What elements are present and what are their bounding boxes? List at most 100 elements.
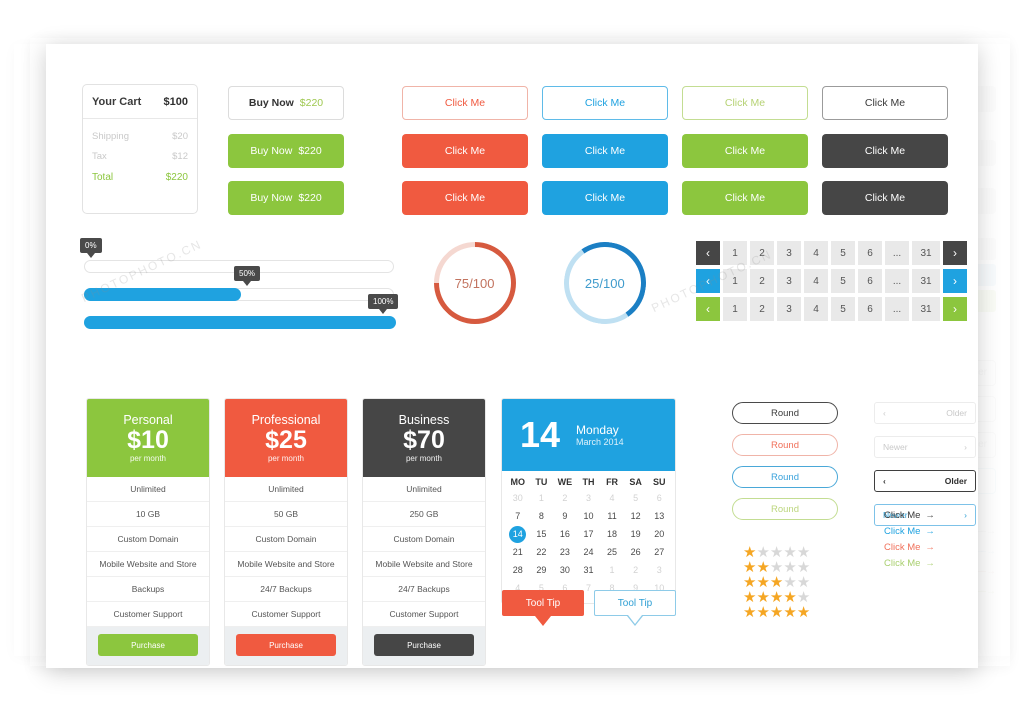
purchase-button[interactable]: Purchase (98, 634, 198, 656)
nav-older-dark[interactable]: ‹ Older (874, 470, 976, 492)
page-3[interactable]: 3 (777, 297, 801, 321)
buy-now-button-solid-1[interactable]: Buy Now $220 (228, 134, 344, 168)
arrow-right-icon: → (925, 526, 935, 537)
page-31[interactable]: 31 (912, 297, 940, 321)
pagination-prev-icon[interactable]: ‹ (696, 269, 720, 293)
star-rating-row[interactable]: ★★★★★ (743, 589, 810, 605)
click-me-label: Click Me (444, 145, 486, 157)
click-me-outline-blue[interactable]: Click Me (542, 86, 668, 120)
click-me-outline-dark[interactable]: Click Me (822, 86, 948, 120)
page-31[interactable]: 31 (912, 269, 940, 293)
click-me-solid-dark-2[interactable]: Click Me (822, 181, 948, 215)
pagination-prev-icon[interactable]: ‹ (696, 297, 720, 321)
calendar-day[interactable]: 18 (600, 525, 624, 543)
page-1[interactable]: 1 (723, 297, 747, 321)
star-rating-row[interactable]: ★★★★★ (743, 604, 810, 621)
buy-now-button-outline[interactable]: Buy Now $220 (228, 86, 344, 120)
pagination-dark: ‹ 1 2 3 4 5 6 ... 31 › (696, 241, 967, 265)
page-1[interactable]: 1 (723, 241, 747, 265)
calendar-day[interactable]: 17 (577, 525, 601, 543)
click-me-solid-green-1[interactable]: Click Me (682, 134, 808, 168)
page-3[interactable]: 3 (777, 241, 801, 265)
page-3[interactable]: 3 (777, 269, 801, 293)
page-4[interactable]: 4 (804, 269, 828, 293)
star-icon[interactable]: ★ (783, 604, 796, 621)
calendar-day[interactable]: 28 (506, 561, 530, 579)
star-rating-row[interactable]: ★★★★★ (743, 559, 810, 575)
page-5[interactable]: 5 (831, 269, 855, 293)
calendar-day[interactable]: 25 (600, 543, 624, 561)
pagination-next-icon[interactable]: › (943, 297, 967, 321)
calendar-day[interactable]: 22 (530, 543, 554, 561)
click-me-outline-red[interactable]: Click Me (402, 86, 528, 120)
page-2[interactable]: 2 (750, 269, 774, 293)
pagination-next-icon[interactable]: › (943, 241, 967, 265)
page-6[interactable]: 6 (858, 269, 882, 293)
calendar-day[interactable]: 15 (530, 525, 554, 543)
round-button-red[interactable]: Round (732, 434, 838, 456)
page-1[interactable]: 1 (723, 269, 747, 293)
slider-track-50[interactable] (84, 288, 394, 301)
arrow-link-green[interactable]: Click Me → (884, 558, 935, 569)
arrow-link-dark[interactable]: Click Me → (884, 510, 935, 521)
click-me-solid-red-2[interactable]: Click Me (402, 181, 528, 215)
page-31[interactable]: 31 (912, 241, 940, 265)
plan-feature: Custom Domain (363, 527, 485, 552)
round-button-blue[interactable]: Round (732, 466, 838, 488)
page-5[interactable]: 5 (831, 241, 855, 265)
round-button-dark[interactable]: Round (732, 402, 838, 424)
page-6[interactable]: 6 (858, 297, 882, 321)
nav-newer-muted[interactable]: Newer › (874, 436, 976, 458)
click-me-solid-blue-2[interactable]: Click Me (542, 181, 668, 215)
buy-now-button-solid-2[interactable]: Buy Now $220 (228, 181, 344, 215)
plan-header: Personal $10 per month (87, 399, 209, 477)
calendar-day[interactable]: 26 (624, 543, 648, 561)
star-icon[interactable]: ★ (743, 604, 756, 621)
nav-older-muted[interactable]: ‹ Older (874, 402, 976, 424)
pagination-next-icon[interactable]: › (943, 269, 967, 293)
calendar-day[interactable]: 16 (553, 525, 577, 543)
click-me-outline-green[interactable]: Click Me (682, 86, 808, 120)
page-4[interactable]: 4 (804, 297, 828, 321)
page-6[interactable]: 6 (858, 241, 882, 265)
star-icon[interactable]: ★ (797, 604, 810, 621)
pagination-prev-icon[interactable]: ‹ (696, 241, 720, 265)
page-2[interactable]: 2 (750, 297, 774, 321)
calendar-day[interactable]: 8 (530, 507, 554, 525)
calendar-day[interactable]: 19 (624, 525, 648, 543)
calendar-day[interactable]: 24 (577, 543, 601, 561)
star-rating-row[interactable]: ★★★★★ (743, 544, 810, 560)
calendar-day[interactable]: 21 (506, 543, 530, 561)
click-me-solid-green-2[interactable]: Click Me (682, 181, 808, 215)
arrow-link-red[interactable]: Click Me → (884, 542, 935, 553)
calendar-day[interactable]: 20 (647, 525, 671, 543)
purchase-button[interactable]: Purchase (236, 634, 336, 656)
calendar-day[interactable]: 27 (647, 543, 671, 561)
click-me-solid-blue-1[interactable]: Click Me (542, 134, 668, 168)
star-icon[interactable]: ★ (756, 604, 769, 621)
click-me-solid-dark-1[interactable]: Click Me (822, 134, 948, 168)
page-5[interactable]: 5 (831, 297, 855, 321)
calendar-day[interactable]: 23 (553, 543, 577, 561)
calendar-day[interactable]: 29 (530, 561, 554, 579)
click-me-label: Click Me (864, 192, 906, 204)
page-2[interactable]: 2 (750, 241, 774, 265)
round-button-green[interactable]: Round (732, 498, 838, 520)
arrow-link-blue[interactable]: Click Me → (884, 526, 935, 537)
purchase-button[interactable]: Purchase (374, 634, 474, 656)
star-icon[interactable]: ★ (770, 604, 783, 621)
calendar-day: 1 (609, 565, 615, 575)
calendar-day[interactable]: 11 (600, 507, 624, 525)
slider-track-100[interactable] (84, 316, 396, 329)
calendar-day[interactable]: 12 (624, 507, 648, 525)
star-rating-row[interactable]: ★★★★★ (743, 574, 810, 590)
page-4[interactable]: 4 (804, 241, 828, 265)
calendar-day[interactable]: 14 (506, 525, 530, 543)
calendar-day[interactable]: 10 (577, 507, 601, 525)
calendar-day[interactable]: 13 (647, 507, 671, 525)
click-me-solid-red-1[interactable]: Click Me (402, 134, 528, 168)
calendar-day[interactable]: 9 (553, 507, 577, 525)
calendar-day[interactable]: 30 (553, 561, 577, 579)
calendar-day[interactable]: 31 (577, 561, 601, 579)
calendar-day[interactable]: 7 (506, 507, 530, 525)
